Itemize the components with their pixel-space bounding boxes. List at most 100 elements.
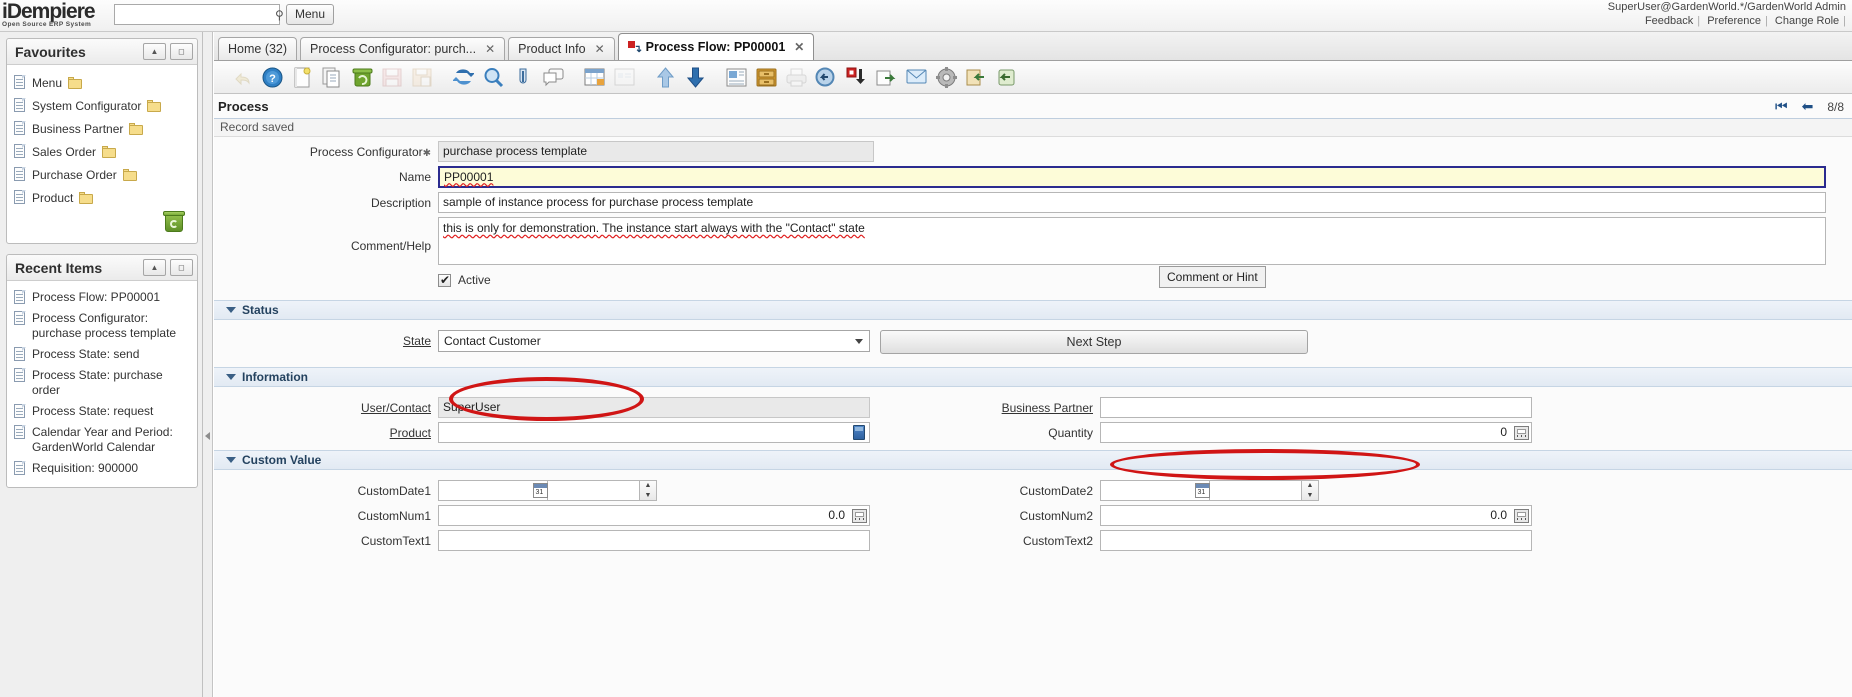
customtext1-field[interactable] — [438, 530, 870, 551]
state-dropdown[interactable]: Contact Customer — [438, 330, 870, 352]
folder-icon[interactable] — [122, 168, 137, 181]
tab-home[interactable]: Home (32) — [218, 37, 298, 60]
section-status[interactable]: Status — [214, 300, 1852, 320]
sidebar-item-menu[interactable]: Menu — [13, 71, 193, 94]
name-input[interactable]: PP00001 — [438, 166, 1826, 188]
sidebar-item-product[interactable]: Product — [13, 186, 193, 209]
tab-product-info[interactable]: Product Info ✕ — [508, 37, 615, 60]
undo-icon[interactable] — [228, 64, 256, 91]
search-input[interactable] — [115, 6, 275, 23]
recycle-bin-icon[interactable] — [163, 211, 185, 233]
customdate1-stepper[interactable]: ▲ ▼ — [640, 480, 657, 501]
folder-icon[interactable] — [79, 191, 94, 204]
sidebar-item-system-configurator[interactable]: System Configurator — [13, 94, 193, 117]
request-icon[interactable] — [902, 64, 930, 91]
process-configurator-field[interactable]: purchase process template — [438, 141, 874, 162]
close-icon[interactable]: ✕ — [794, 40, 804, 54]
calculator-icon[interactable] — [1511, 506, 1531, 525]
form-view-icon[interactable] — [610, 64, 638, 91]
recent-items-list: Process Flow: PP00001 Process Configurat… — [7, 281, 197, 487]
next-step-button[interactable]: Next Step — [880, 330, 1308, 354]
calculator-icon[interactable] — [1511, 423, 1531, 442]
user-identity: SuperUser@GardenWorld.*/GardenWorld Admi… — [1607, 1, 1846, 13]
chevron-down-icon[interactable] — [855, 339, 863, 344]
new-record-icon[interactable] — [288, 64, 316, 91]
calendar-icon[interactable] — [530, 481, 550, 500]
import-icon[interactable] — [962, 64, 990, 91]
calculator-icon[interactable] — [849, 506, 869, 525]
product-field[interactable] — [438, 422, 870, 443]
customtext2-field[interactable] — [1100, 530, 1532, 551]
comment-help-textarea[interactable]: this is only for demonstration. The inst… — [438, 217, 1826, 265]
report-icon[interactable] — [722, 64, 750, 91]
business-partner-field[interactable] — [1100, 397, 1532, 418]
chevron-up-icon[interactable]: ▲ — [143, 43, 166, 60]
change-role-link[interactable]: Change Role — [1771, 15, 1843, 27]
list-item[interactable]: Process State: send — [13, 344, 193, 365]
status-message: Record saved — [214, 119, 1852, 137]
process-icon[interactable] — [842, 64, 870, 91]
sidebar-item-sales-order[interactable]: Sales Order — [13, 140, 193, 163]
list-item[interactable]: Process Flow: PP00001 — [13, 287, 193, 308]
grid-toggle-icon[interactable] — [580, 64, 608, 91]
tab-process-configurator[interactable]: Process Configurator: purch... ✕ — [300, 37, 506, 60]
splitter-collapse-icon[interactable] — [205, 432, 210, 440]
delete-record-icon[interactable] — [348, 64, 376, 91]
list-item[interactable]: Process State: purchase order — [13, 365, 193, 401]
sidebar-item-business-partner[interactable]: Business Partner — [13, 117, 193, 140]
customnum1-field[interactable]: 0.0 — [438, 505, 870, 526]
preference-icon[interactable] — [932, 64, 960, 91]
folder-icon[interactable] — [68, 76, 83, 89]
print-icon[interactable] — [782, 64, 810, 91]
copy-record-icon[interactable] — [318, 64, 346, 91]
find-icon[interactable] — [479, 64, 507, 91]
customtime2-field[interactable] — [1210, 480, 1302, 501]
feedback-link[interactable]: Feedback — [1641, 15, 1697, 27]
window-icon[interactable]: ◻ — [170, 43, 193, 60]
section-information[interactable]: Information — [214, 367, 1852, 387]
sidebar-splitter[interactable] — [203, 32, 213, 697]
save-icon[interactable] — [378, 64, 406, 91]
customnum2-field[interactable]: 0.0 — [1100, 505, 1532, 526]
tab-process-flow[interactable]: ↴ Process Flow: PP00001 ✕ — [617, 33, 815, 60]
exit-icon[interactable] — [992, 64, 1020, 91]
description-input[interactable]: sample of instance process for purchase … — [438, 192, 1826, 213]
list-item[interactable]: Calendar Year and Period: GardenWorld Ca… — [13, 422, 193, 458]
state-label: State — [402, 334, 431, 348]
help-icon[interactable]: ? — [258, 64, 286, 91]
list-item[interactable]: Process Configurator: purchase process t… — [13, 308, 193, 344]
menu-button[interactable]: Menu — [286, 4, 335, 25]
calendar-icon[interactable] — [1192, 481, 1212, 500]
global-search[interactable]: ⚲ — [114, 4, 284, 25]
chevron-up-icon[interactable]: ▲ — [143, 259, 166, 276]
customtime1-field[interactable] — [548, 480, 640, 501]
product-lookup-icon[interactable] — [849, 423, 869, 442]
detail-record-icon[interactable] — [681, 64, 709, 91]
section-custom-value[interactable]: Custom Value — [214, 450, 1852, 470]
user-contact-field[interactable]: SuperUser — [438, 397, 870, 418]
previous-record-icon[interactable]: ⬅ — [1802, 98, 1814, 115]
sidebar-item-purchase-order[interactable]: Purchase Order — [13, 163, 193, 186]
save-create-new-icon[interactable] — [408, 64, 436, 91]
folder-icon[interactable] — [129, 122, 144, 135]
parent-record-icon[interactable] — [651, 64, 679, 91]
close-icon[interactable]: ✕ — [485, 42, 495, 56]
preference-link[interactable]: Preference — [1703, 15, 1765, 27]
attachment-icon[interactable] — [509, 64, 537, 91]
active-checkbox[interactable] — [438, 273, 451, 287]
folder-icon[interactable] — [147, 99, 162, 112]
archive-icon[interactable] — [752, 64, 780, 91]
list-item[interactable]: Process State: request — [13, 401, 193, 422]
export-icon[interactable] — [872, 64, 900, 91]
zoom-across-icon[interactable] — [812, 64, 840, 91]
close-icon[interactable]: ✕ — [595, 42, 605, 56]
search-icon[interactable]: ⚲ — [275, 8, 284, 22]
chat-icon[interactable] — [539, 64, 567, 91]
customdate2-stepper[interactable]: ▲ ▼ — [1302, 480, 1319, 501]
quantity-field[interactable]: 0 — [1100, 422, 1532, 443]
window-icon[interactable]: ◻ — [170, 259, 193, 276]
refresh-icon[interactable] — [449, 64, 477, 91]
list-item[interactable]: Requisition: 900000 — [13, 458, 193, 479]
first-record-icon[interactable]: ⏮ — [1775, 98, 1788, 115]
folder-icon[interactable] — [102, 145, 117, 158]
